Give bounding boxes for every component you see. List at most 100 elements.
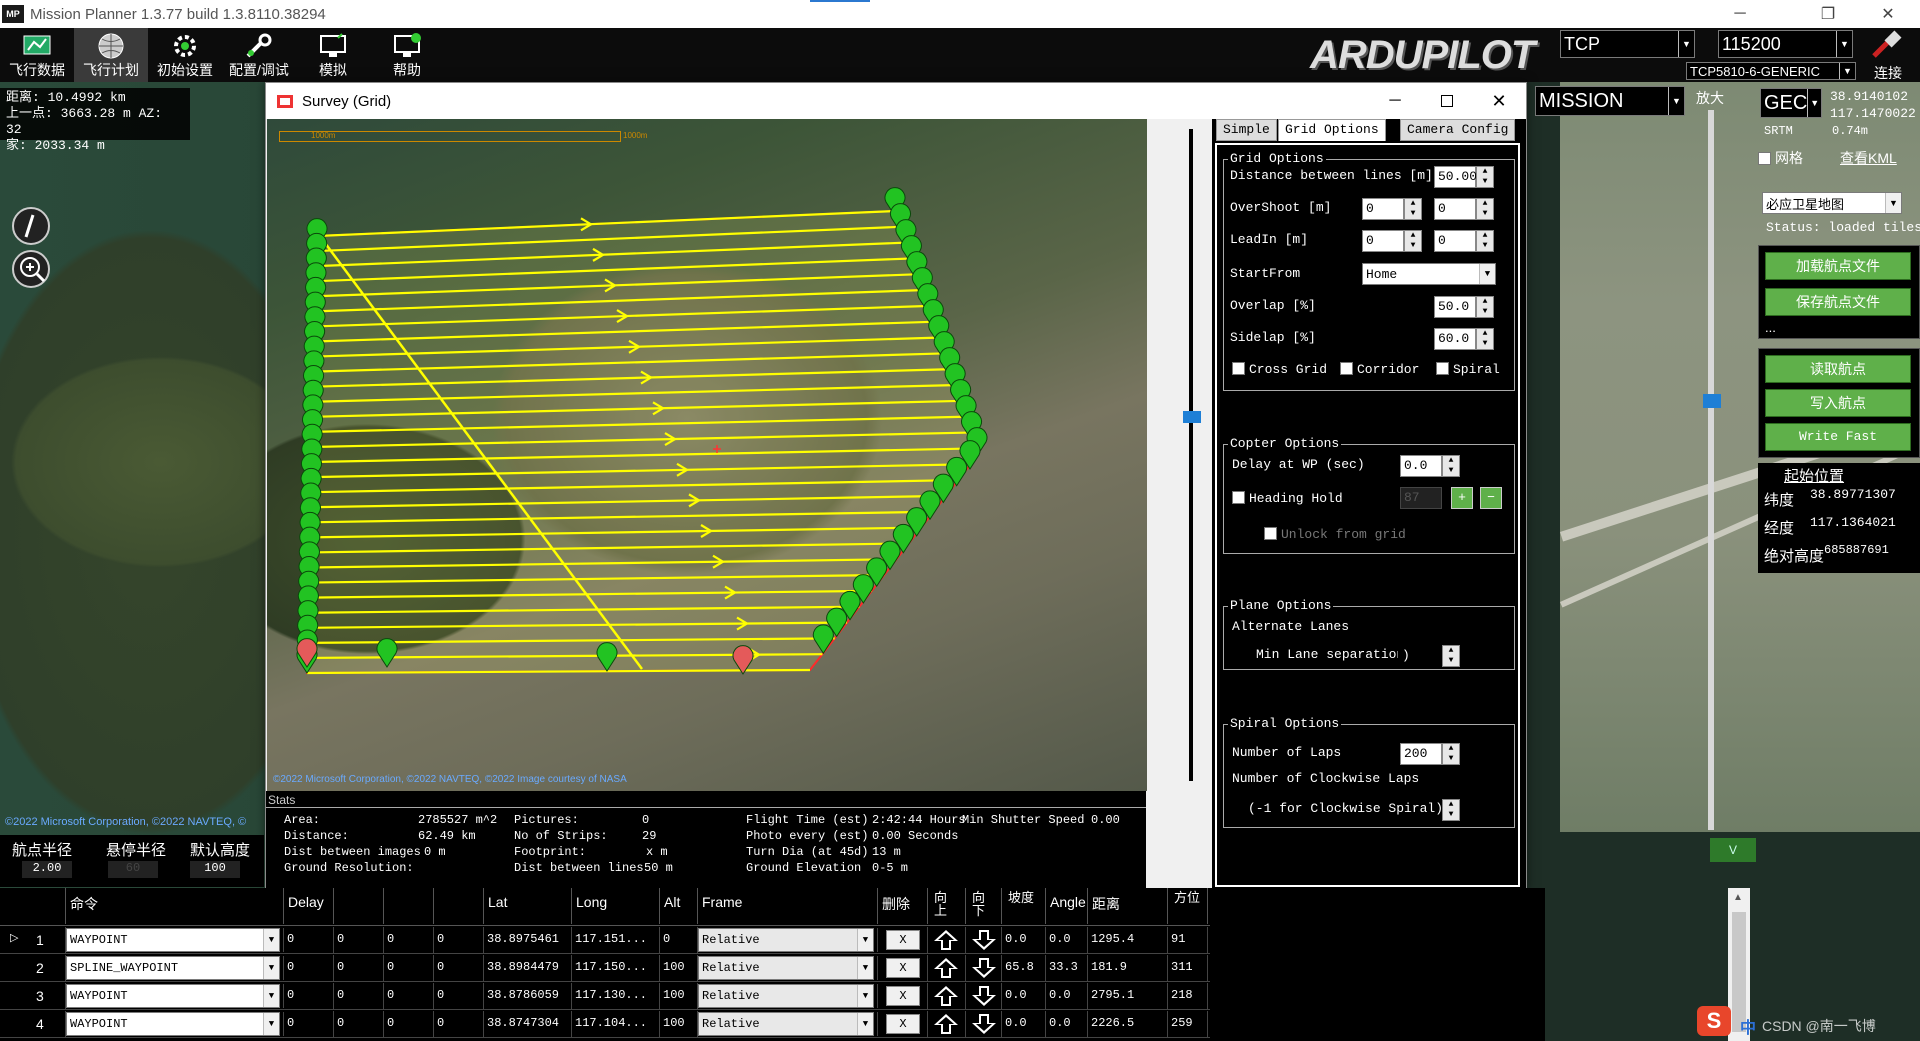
corridor-option[interactable]: Corridor [1340,362,1419,377]
minimize-button[interactable]: ─ [1710,0,1770,28]
write-fast-button[interactable]: Write Fast [1765,423,1911,451]
table-cell-lat[interactable]: 38.8975461 [484,927,572,953]
table-cell-dist[interactable]: 2795.1 [1088,983,1168,1009]
map-type-select[interactable]: 必应卫星地图 ▼ [1762,192,1902,214]
default-alt-input[interactable]: 100 [190,861,240,878]
table-cell-lng[interactable]: 117.104... [572,1011,660,1037]
scroll-up-icon[interactable]: ▲ [1733,892,1743,903]
table-cell-p2[interactable]: 0 [334,955,384,981]
table-cell-grad[interactable]: 0.0 [1002,983,1046,1009]
tab-simple[interactable]: Simple [1216,119,1277,141]
number-of-laps-input[interactable]: 200 [1400,743,1442,765]
table-cell-p2[interactable]: 0 [334,983,384,1009]
heading-hold-option[interactable]: Heading Hold [1232,491,1343,506]
connect-button[interactable]: 连接 [1858,30,1918,82]
cw-laps-spinner[interactable]: ▲ ▼ [1442,799,1460,821]
leadin-input-b[interactable]: 0 [1434,230,1476,252]
toolbar-flight-plan[interactable]: 飞行计划 [74,28,148,82]
table-cell-p1[interactable]: 0 [284,955,334,981]
table-cell-grad[interactable]: 65.8 [1002,955,1046,981]
view-kml-link[interactable]: 查看KML [1840,148,1897,168]
loiter-radius-input[interactable]: 60 [108,861,158,878]
move-up-button[interactable] [928,955,966,981]
frame-select[interactable]: Relative ▼ [698,928,878,952]
zoom-button[interactable] [12,250,50,288]
move-down-button[interactable] [966,1011,1002,1037]
leadin-spinner-b[interactable]: ▲ ▼ [1476,230,1494,252]
tab-camera-config[interactable]: Camera Config [1400,119,1516,141]
min-lane-input[interactable]: ) [1398,645,1442,667]
table-cell-p1[interactable]: 0 [284,1011,334,1037]
connection-type-select[interactable]: TCP ▼ [1560,30,1695,58]
frame-select[interactable]: Relative ▼ [698,984,878,1008]
delete-row-button[interactable]: X [878,955,928,981]
table-cell-lng[interactable]: 117.130... [572,983,660,1009]
device-select[interactable]: TCP5810-6-GENERIC ▼ [1686,62,1856,80]
overshoot-input-b[interactable]: 0 [1434,198,1476,220]
toolbar-simulation[interactable]: 模拟 [296,28,370,82]
home-location-link[interactable]: 起始位置 [1784,465,1844,486]
table-cell-angle[interactable]: 0.0 [1046,927,1088,953]
toolbar-help[interactable]: 帮助 [370,28,444,82]
survey-map[interactable]: 1000m 1000m ©2022 Microsoft Corporation,… [267,119,1147,791]
heading-input[interactable]: 87 [1400,487,1442,509]
zoom-slider-thumb[interactable] [1703,394,1721,408]
sidelap-spinner[interactable]: ▲ ▼ [1476,328,1494,350]
table-cell-alt[interactable]: 0 [660,927,698,953]
save-wp-file-button[interactable]: 保存航点文件 [1765,288,1911,316]
corridor-checkbox[interactable] [1340,362,1353,375]
table-cell-az[interactable]: 311 [1168,955,1208,981]
overshoot-spinner-a[interactable]: ▲ ▼ [1404,198,1422,220]
command-select[interactable]: WAYPOINT ▼ [66,1012,284,1036]
command-select[interactable]: WAYPOINT ▼ [66,928,284,952]
delete-row-button[interactable]: X [878,1011,928,1037]
home-lat-input[interactable]: 38.89771307 [1810,487,1910,507]
table-cell-dist[interactable]: 181.9 [1088,955,1168,981]
zoom-slider-track[interactable] [1708,110,1714,830]
compass-button[interactable] [12,207,50,245]
command-select[interactable]: WAYPOINT ▼ [66,984,284,1008]
table-cell-p4[interactable]: 0 [434,955,484,981]
table-cell-p4[interactable]: 0 [434,983,484,1009]
table-cell-alt[interactable]: 100 [660,955,698,981]
read-wp-button[interactable]: 读取航点 [1765,355,1911,383]
toolbar-initial-setup[interactable]: 初始设置 [148,28,222,82]
move-up-button[interactable] [928,927,966,953]
overlap-spinner[interactable]: ▲ ▼ [1476,296,1494,318]
wp-radius-input[interactable]: 2.00 [22,861,72,878]
command-select[interactable]: SPLINE_WAYPOINT ▼ [66,956,284,980]
start-from-select[interactable]: Home ▼ [1362,263,1496,285]
table-cell-dist[interactable]: 1295.4 [1088,927,1168,953]
distance-between-lines-input[interactable]: 50.00 [1434,166,1477,188]
table-cell-p4[interactable]: 0 [434,927,484,953]
load-wp-file-button[interactable]: 加载航点文件 [1765,252,1911,280]
cross-grid-checkbox[interactable] [1232,362,1245,375]
unlock-grid-checkbox[interactable] [1264,527,1277,540]
move-up-button[interactable] [928,983,966,1009]
table-cell-angle[interactable]: 33.3 [1046,955,1088,981]
frame-select[interactable]: Relative ▼ [698,1012,878,1036]
delay-spinner[interactable]: ▲ ▼ [1442,455,1460,477]
table-cell-angle[interactable]: 0.0 [1046,1011,1088,1037]
unlock-from-grid-option[interactable]: Unlock from grid [1264,527,1406,542]
table-cell-az[interactable]: 259 [1168,1011,1208,1037]
table-cell-p1[interactable]: 0 [284,983,334,1009]
table-cell-lat[interactable]: 38.8786059 [484,983,572,1009]
mode-select[interactable]: MISSION ▼ [1535,86,1685,116]
move-down-button[interactable] [966,927,1002,953]
survey-maximize-button[interactable] [1422,83,1472,119]
table-cell-p2[interactable]: 0 [334,1011,384,1037]
table-cell-p3[interactable]: 0 [384,983,434,1009]
heading-hold-checkbox[interactable] [1232,491,1245,504]
geo-select[interactable]: GEC ▼ [1760,88,1822,118]
collapse-button[interactable]: V [1710,838,1756,862]
leadin-input-a[interactable]: 0 [1362,230,1404,252]
toolbar-flight-data[interactable]: 飞行数据 [0,28,74,82]
close-button[interactable]: ✕ [1858,0,1918,28]
frame-select[interactable]: Relative ▼ [698,956,878,980]
table-cell-angle[interactable]: 0.0 [1046,983,1088,1009]
table-cell-p1[interactable]: 0 [284,927,334,953]
delete-row-button[interactable]: X [878,983,928,1009]
spiral-checkbox[interactable] [1436,362,1449,375]
baud-select[interactable]: 115200 ▼ [1718,30,1853,58]
